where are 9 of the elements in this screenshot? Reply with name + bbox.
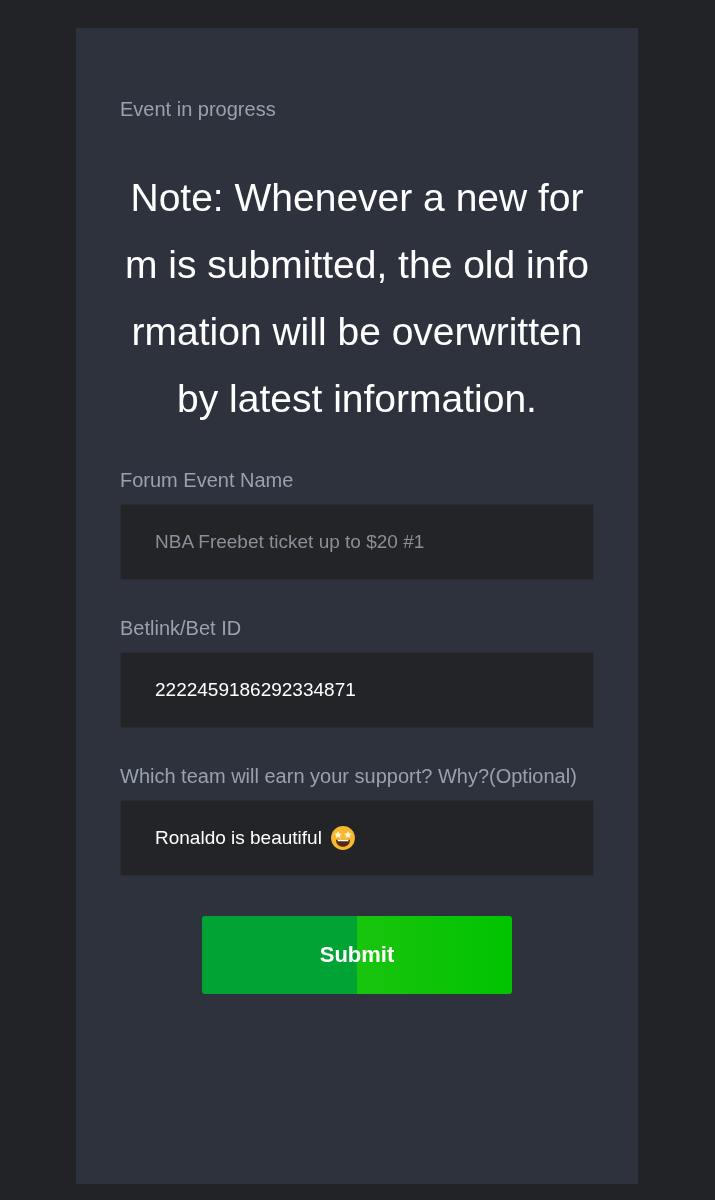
field-label: Which team will earn your support? Why?(Optional) bbox=[120, 764, 578, 789]
star-eyes-emoji-icon bbox=[329, 825, 356, 851]
field-label: Betlink/Bet ID bbox=[120, 616, 243, 641]
input-field[interactable]: Ronaldo is beautiful bbox=[120, 800, 594, 876]
note-text: Note: Whenever a new form is submitted, the old information will be overwritten by latest information. bbox=[124, 175, 590, 422]
input-field[interactable]: NBA Freebet ticket up to $20 #1 bbox=[120, 504, 594, 580]
event-status: Event in progress bbox=[120, 97, 277, 122]
field-label: Forum Event Name bbox=[120, 468, 295, 493]
input-field[interactable]: 2222459186292334871 bbox=[120, 652, 594, 728]
